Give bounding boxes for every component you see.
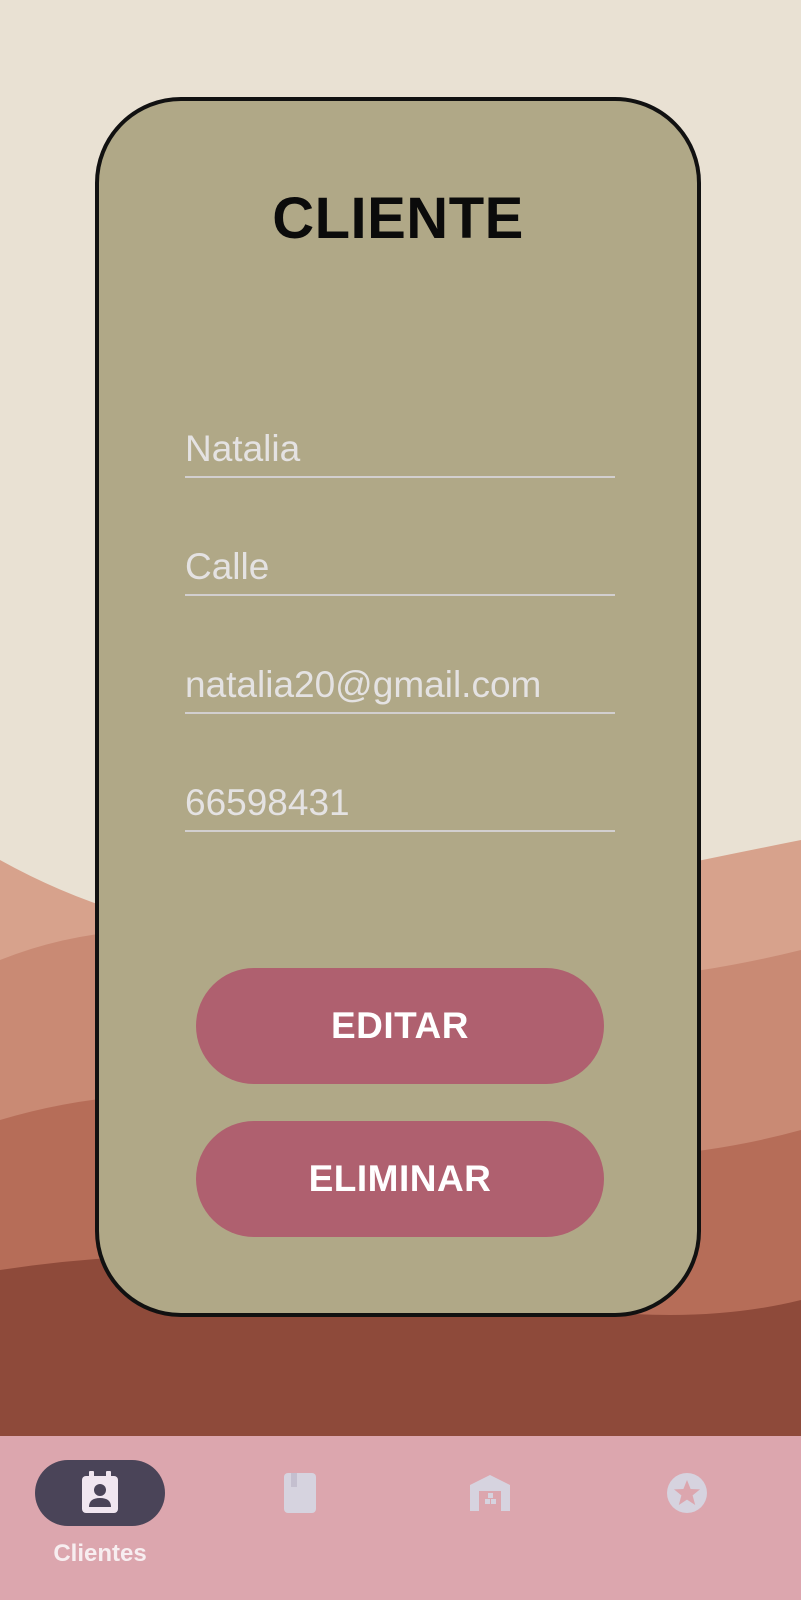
bottom-navigation-bar: Clientes: [0, 1436, 801, 1600]
nav-active-indicator: [35, 1460, 165, 1526]
phone-input[interactable]: [185, 776, 615, 830]
nav-item-warehouse[interactable]: [425, 1460, 555, 1590]
phone-field[interactable]: [185, 776, 615, 832]
name-field[interactable]: [185, 422, 615, 478]
nav-item-clientes[interactable]: Clientes: [35, 1460, 165, 1590]
client-card: CLIENTE EDITAR ELIMINAR: [95, 97, 701, 1317]
book-icon: [284, 1473, 316, 1513]
email-field[interactable]: [185, 658, 615, 714]
street-input[interactable]: [185, 540, 615, 594]
nav-item-star[interactable]: [622, 1460, 752, 1590]
name-input[interactable]: [185, 422, 615, 476]
warehouse-icon: [470, 1475, 510, 1511]
street-field[interactable]: [185, 540, 615, 596]
card-title: CLIENTE: [272, 186, 524, 251]
delete-button[interactable]: ELIMINAR: [196, 1121, 604, 1237]
edit-button[interactable]: EDITAR: [196, 968, 604, 1084]
email-input[interactable]: [185, 658, 615, 712]
nav-label-clientes: Clientes: [53, 1540, 147, 1567]
star-badge-icon: [667, 1473, 707, 1513]
contact-calendar-icon: [82, 1471, 118, 1513]
nav-item-book[interactable]: [235, 1460, 365, 1590]
